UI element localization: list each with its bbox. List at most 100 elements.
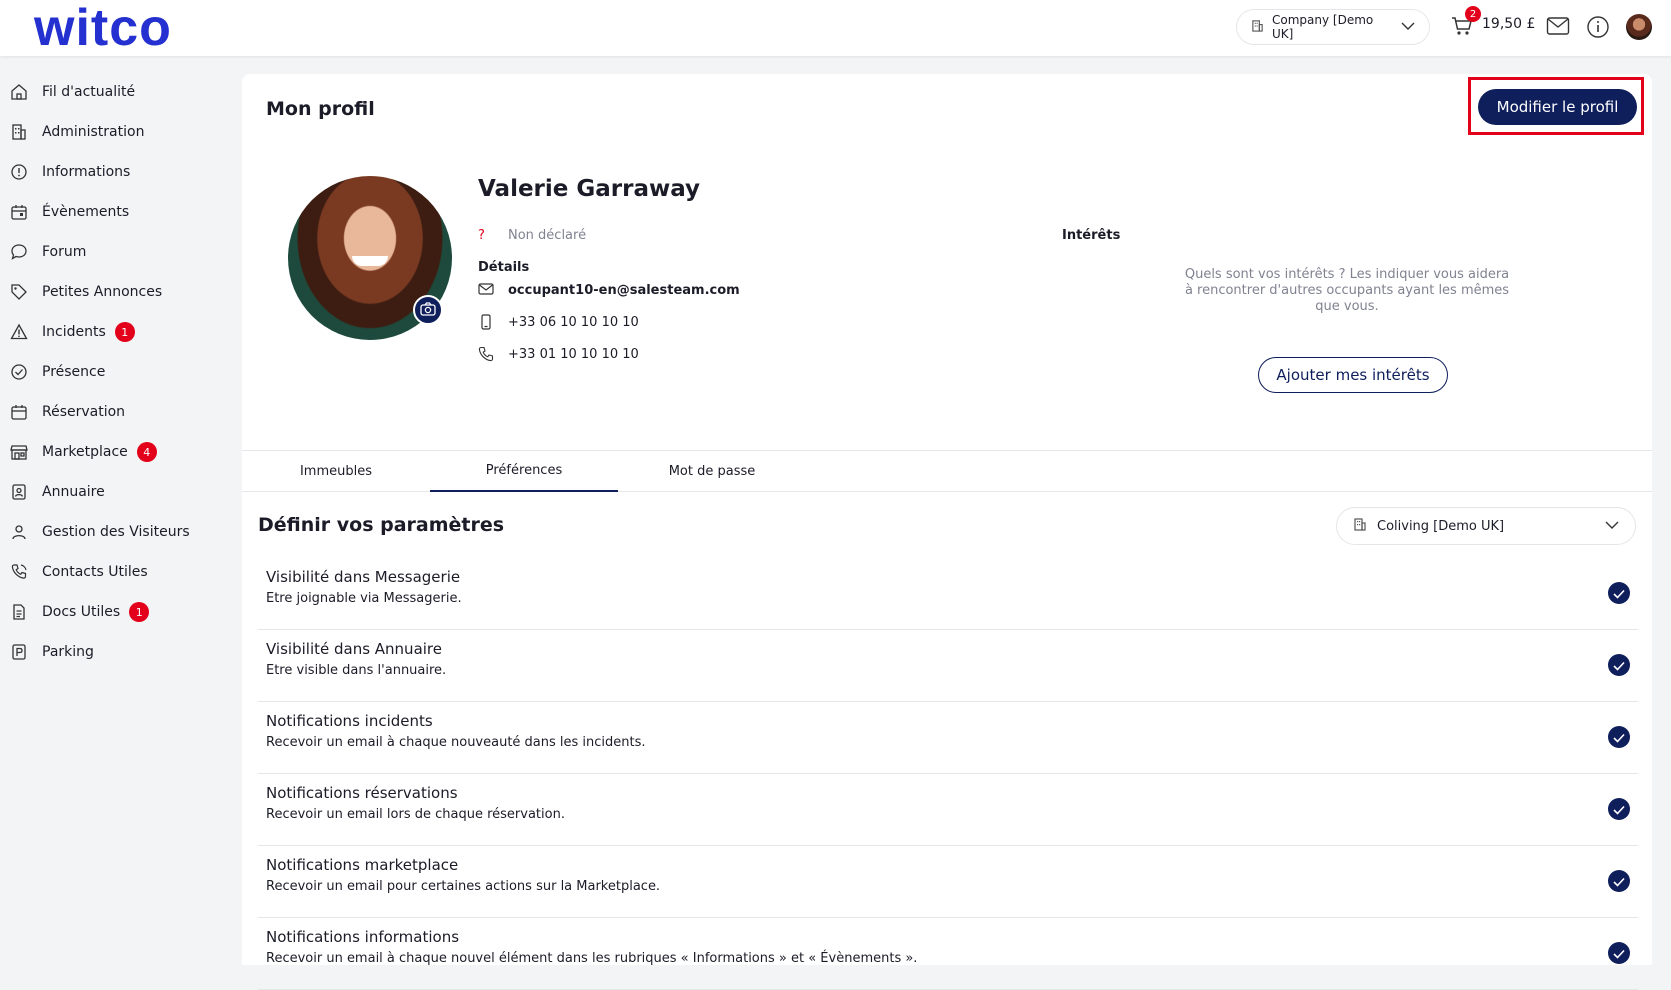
- interests-label: Intérêts: [1062, 228, 1121, 243]
- sidebar-item-fil-d-actualite[interactable]: Fil d'actualité: [0, 72, 230, 112]
- preference-checkbox[interactable]: [1608, 870, 1630, 892]
- sidebar-item-administration[interactable]: Administration: [0, 112, 230, 152]
- preference-checkbox[interactable]: [1608, 942, 1630, 964]
- building-select-label: Coliving [Demo UK]: [1377, 518, 1505, 534]
- preference-title: Notifications incidents: [266, 712, 433, 730]
- sidebar-item-label: Administration: [42, 124, 145, 140]
- preference-title: Visibilité dans Annuaire: [266, 640, 442, 658]
- cart-amount[interactable]: 19,50 £: [1482, 16, 1535, 32]
- preference-title: Notifications informations: [266, 928, 460, 946]
- preference-row: Notifications marketplace Recevoir un ema…: [258, 846, 1638, 918]
- preferences-list: Visibilité dans Messagerie Etre joignable…: [258, 558, 1638, 990]
- edit-profile-button[interactable]: Modifier le profil: [1478, 89, 1637, 125]
- mail-icon[interactable]: [1546, 16, 1570, 40]
- chat-icon: [10, 243, 28, 261]
- preference-row: Visibilité dans Messagerie Etre joignable…: [258, 558, 1638, 630]
- sidebar-item-incidents[interactable]: Incidents 1: [0, 312, 230, 352]
- sidebar-item-label: Docs Utiles: [42, 604, 121, 620]
- preference-checkbox[interactable]: [1608, 726, 1630, 748]
- question-mark-icon: ?: [478, 228, 485, 243]
- interests-hint: Quels sont vos intérêts ? Les indiquer v…: [1184, 267, 1510, 314]
- tag-icon: [10, 283, 28, 301]
- sidebar-item-informations[interactable]: Informations: [0, 152, 230, 192]
- tab-mot-de-passe[interactable]: Mot de passe: [618, 451, 806, 492]
- sidebar-item-label: Réservation: [42, 404, 126, 420]
- checkmark-icon: [1613, 944, 1625, 963]
- preference-description: Recevoir un email lors de chaque réserva…: [266, 807, 565, 822]
- parking-icon: [10, 643, 28, 661]
- sidebar-item-contacts-utiles[interactable]: Contacts Utiles: [0, 552, 230, 592]
- sidebar-item-label: Incidents: [42, 324, 106, 340]
- sidebar-item-label: Marketplace: [42, 444, 128, 460]
- contact-book-icon: [10, 483, 28, 501]
- phone-call-icon: [10, 563, 28, 581]
- checkmark-icon: [1613, 584, 1625, 603]
- sidebar-item-evenements[interactable]: Évènements: [0, 192, 230, 232]
- phone-icon: [478, 346, 494, 362]
- chevron-down-icon: [1605, 519, 1619, 534]
- sidebar-item-label: Annuaire: [42, 484, 105, 500]
- sidebar-item-badge: 4: [136, 442, 157, 462]
- preference-title: Notifications réservations: [266, 784, 458, 802]
- top-bar: witco Company [Demo UK] 2 19,50 £: [0, 0, 1671, 56]
- sidebar-item-label: Gestion des Visiteurs: [42, 524, 190, 540]
- checkmark-icon: [1613, 800, 1625, 819]
- preference-row: Visibilité dans Annuaire Etre visible dan…: [258, 630, 1638, 702]
- building-select[interactable]: Coliving [Demo UK]: [1336, 507, 1636, 545]
- sidebar-item-parking[interactable]: Parking: [0, 632, 230, 672]
- preference-checkbox[interactable]: [1608, 798, 1630, 820]
- preference-title: Notifications marketplace: [266, 856, 459, 874]
- gender-row: ? Non déclaré: [478, 228, 586, 243]
- witco-logo[interactable]: witco: [34, 2, 172, 54]
- edit-profile-highlight: Modifier le profil: [1468, 77, 1644, 135]
- company-select-label: Company [Demo UK]: [1272, 13, 1374, 41]
- details-label: Détails: [478, 260, 530, 275]
- preference-row: Notifications incidents Recevoir un email…: [258, 702, 1638, 774]
- preference-description: Etre joignable via Messagerie.: [266, 591, 462, 606]
- sidebar-item-annuaire[interactable]: Annuaire: [0, 472, 230, 512]
- sidebar-item-gestion-des-visiteurs[interactable]: Gestion des Visiteurs: [0, 512, 230, 552]
- sidebar-item-badge: 1: [114, 322, 135, 342]
- building-icon: [1251, 19, 1264, 35]
- preference-checkbox[interactable]: [1608, 654, 1630, 676]
- preference-checkbox[interactable]: [1608, 582, 1630, 604]
- sidebar-item-presence[interactable]: Présence: [0, 352, 230, 392]
- mobile-phone-icon: [478, 314, 494, 330]
- sidebar-item-label: Évènements: [42, 204, 130, 220]
- store-icon: [10, 443, 28, 461]
- document-icon: [10, 603, 28, 621]
- phone-value: +33 01 10 10 10 10: [508, 346, 639, 362]
- email-value: occupant10-en@salesteam.com: [508, 282, 740, 298]
- user-name: Valerie Garraway: [478, 176, 701, 202]
- sidebar-item-label: Forum: [42, 244, 87, 260]
- sidebar-item-docs-utiles[interactable]: Docs Utiles 1: [0, 592, 230, 632]
- tab-preferences[interactable]: Préférences: [430, 451, 618, 492]
- info-icon[interactable]: [1586, 15, 1610, 43]
- sidebar-item-label: Présence: [42, 364, 106, 380]
- mobile-row: +33 06 10 10 10 10: [478, 314, 639, 330]
- building-icon: [10, 123, 28, 141]
- preference-row: Notifications informations Recevoir un em…: [258, 918, 1638, 990]
- company-select[interactable]: Company [Demo UK]: [1236, 9, 1430, 45]
- sidebar-item-forum[interactable]: Forum: [0, 232, 230, 272]
- user-avatar[interactable]: [1626, 14, 1652, 40]
- main-panel: Mon profil Modifier le profil Valerie Ga…: [242, 74, 1652, 990]
- sidebar-item-label: Petites Annonces: [42, 284, 163, 300]
- sidebar-item-petites-annonces[interactable]: Petites Annonces: [0, 272, 230, 312]
- add-interests-button[interactable]: Ajouter mes intérêts: [1258, 357, 1448, 393]
- sidebar-item-reservation[interactable]: Réservation: [0, 392, 230, 432]
- calendar-icon: [10, 403, 28, 421]
- sidebar-item-label: Contacts Utiles: [42, 564, 148, 580]
- info-icon: [10, 163, 28, 181]
- sidebar-item-marketplace[interactable]: Marketplace 4: [0, 432, 230, 472]
- phone-row: +33 01 10 10 10 10: [478, 346, 639, 362]
- sidebar: Fil d'actualité Administration Information…: [0, 72, 230, 672]
- email-row: occupant10-en@salesteam.com: [478, 282, 740, 298]
- preference-description: Etre visible dans l'annuaire.: [266, 663, 447, 678]
- chevron-down-icon: [1401, 20, 1415, 34]
- mobile-value: +33 06 10 10 10 10: [508, 314, 639, 330]
- tab-immeubles[interactable]: Immeubles: [242, 451, 430, 492]
- envelope-icon: [478, 282, 494, 298]
- change-photo-button[interactable]: [413, 295, 443, 325]
- cart-count-badge: 2: [1465, 6, 1481, 22]
